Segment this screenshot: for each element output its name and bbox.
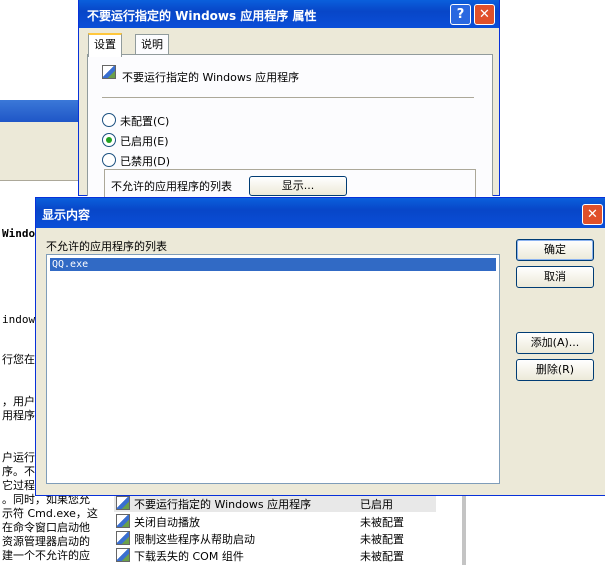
add-button[interactable]: 添加(A)... bbox=[516, 332, 594, 354]
desc-text: 用程序 bbox=[2, 409, 35, 422]
policy-icon bbox=[116, 531, 130, 545]
radio-label[interactable]: 未配置(C) bbox=[120, 113, 169, 129]
show-button[interactable]: 显示... bbox=[249, 176, 347, 196]
desc-text: 示符 Cmd.exe，这 bbox=[2, 507, 98, 520]
radio-label[interactable]: 已禁用(D) bbox=[120, 153, 170, 169]
help-button[interactable]: ? bbox=[450, 4, 471, 25]
policy-row[interactable]: 不要运行指定的 Windows 应用程序 已启用 bbox=[114, 494, 436, 512]
policy-row-state: 已启用 bbox=[360, 498, 393, 511]
tab-settings[interactable]: 设置 bbox=[88, 33, 122, 57]
delete-button[interactable]: 删除(R) bbox=[516, 359, 594, 381]
tab-explain[interactable]: 说明 bbox=[135, 34, 169, 55]
radio-not-configured[interactable] bbox=[102, 113, 116, 127]
radio-disabled[interactable] bbox=[102, 153, 116, 167]
desc-text: 它过程 bbox=[2, 479, 35, 492]
desc-text: 户运行 bbox=[2, 451, 35, 464]
policy-row-state: 未被配置 bbox=[360, 550, 404, 563]
policy-icon bbox=[116, 548, 130, 562]
list-item-text: QQ.exe bbox=[52, 259, 89, 270]
dialog-title: 不要运行指定的 Windows 应用程序 属性 bbox=[87, 9, 317, 23]
option-label: 不允许的应用程序的列表 bbox=[111, 180, 232, 193]
policy-row[interactable]: 下载丢失的 COM 组件 未被配置 bbox=[114, 546, 436, 564]
policy-row-name: 关闭自动播放 bbox=[134, 516, 200, 529]
policy-name: 不要运行指定的 Windows 应用程序 bbox=[122, 71, 300, 84]
policy-icon bbox=[102, 65, 116, 79]
dialog-title-bar: 显示内容 ✕ bbox=[36, 198, 605, 228]
radio-enabled[interactable] bbox=[102, 133, 116, 147]
show-contents-dialog: 显示内容 ✕ 不允许的应用程序的列表 QQ.exe 确定 取消 添加(A)...… bbox=[35, 197, 605, 496]
policy-row[interactable]: 限制这些程序从帮助启动 未被配置 bbox=[114, 529, 436, 547]
list-item[interactable]: QQ.exe bbox=[50, 258, 496, 271]
app-listbox[interactable]: QQ.exe bbox=[46, 254, 500, 484]
divider bbox=[102, 97, 474, 98]
desc-text: 建一个不允许的应 bbox=[2, 549, 90, 562]
radio-label[interactable]: 已启用(E) bbox=[120, 133, 169, 149]
editor-toolbar-area bbox=[0, 122, 80, 181]
options-box: 不允许的应用程序的列表 显示... bbox=[104, 169, 476, 197]
close-button[interactable]: ✕ bbox=[582, 204, 603, 225]
editor-title-bar bbox=[0, 100, 80, 122]
policy-row-state: 未被配置 bbox=[360, 516, 404, 529]
ok-button[interactable]: 确定 bbox=[516, 239, 594, 261]
policy-icon bbox=[116, 496, 130, 510]
policy-row-name: 下载丢失的 COM 组件 bbox=[134, 550, 244, 563]
policy-row-name: 限制这些程序从帮助启动 bbox=[134, 533, 255, 546]
list-label: 不允许的应用程序的列表 bbox=[46, 240, 167, 253]
cancel-button[interactable]: 取消 bbox=[516, 266, 594, 288]
desc-text: ，用户 bbox=[2, 395, 35, 408]
close-button[interactable]: ✕ bbox=[474, 4, 495, 25]
dialog-title-bar: 不要运行指定的 Windows 应用程序 属性 ? ✕ bbox=[79, 0, 499, 28]
policy-row-name: 不要运行指定的 Windows 应用程序 bbox=[134, 498, 312, 511]
desc-text: 在命令窗口启动他 bbox=[2, 521, 90, 534]
dialog-title: 显示内容 bbox=[42, 208, 91, 222]
policy-row[interactable]: 关闭自动播放 未被配置 bbox=[114, 512, 436, 530]
desc-text: 资源管理器启动的 bbox=[2, 535, 90, 548]
policy-row-state: 未被配置 bbox=[360, 533, 404, 546]
desc-text: Windo bbox=[2, 227, 36, 240]
policy-icon bbox=[116, 514, 130, 528]
settings-panel: 不要运行指定的 Windows 应用程序 未配置(C) 已启用(E) 已禁用(D… bbox=[87, 54, 493, 197]
desc-text: 序。不 bbox=[2, 465, 35, 478]
policy-properties-dialog: 不要运行指定的 Windows 应用程序 属性 ? ✕ 设置 说明 不要运行指定… bbox=[78, 0, 500, 197]
